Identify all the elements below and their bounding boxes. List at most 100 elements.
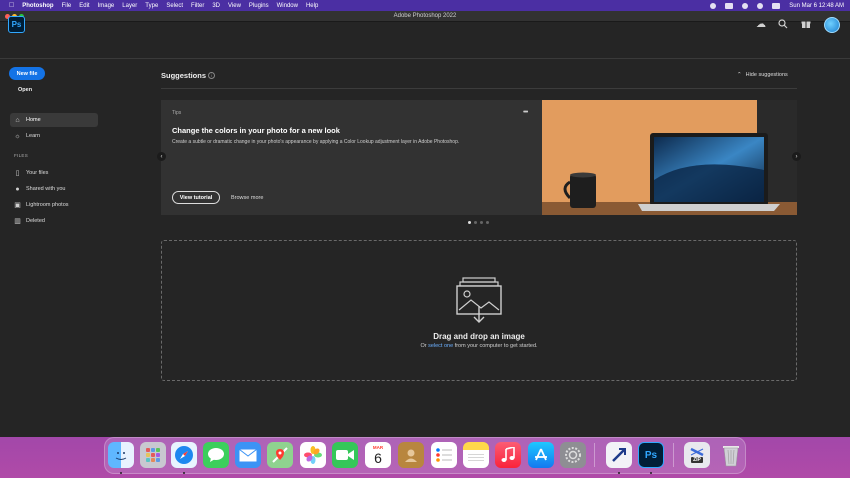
nav-your-files-label: Your files [26,170,49,176]
card-image [542,100,797,215]
drop-zone-suffix: from your computer to get started. [453,343,538,349]
safari-icon[interactable] [171,442,197,468]
card-description: Create a subtle or dramatic change in yo… [172,139,460,145]
open-button[interactable]: Open [18,87,32,93]
view-tutorial-button[interactable]: View tutorial [172,191,220,204]
reminders-icon[interactable] [431,442,457,468]
browse-more-link[interactable]: Browse more [231,195,263,201]
file-icon: ▯ [15,169,20,177]
image-upload-icon [455,276,503,329]
photos-icon[interactable] [300,442,326,468]
menu-plugins[interactable]: Plugins [249,3,269,9]
app-header [0,22,850,59]
drop-zone-title: Drag and drop an image [433,332,525,341]
nav-lightroom-photos[interactable]: ▣ Lightroom photos [10,198,98,212]
menu-view[interactable]: View [228,3,241,9]
calendar-icon[interactable]: MAR 6 [365,442,391,468]
card-title: Change the colors in your photo for a ne… [172,126,340,135]
photoshop-dock-icon[interactable]: Ps [638,442,664,468]
status-icon[interactable] [710,2,717,9]
menu-type[interactable]: Type [145,3,158,9]
carousel-dot[interactable] [486,221,489,224]
lightroom-icon: ▣ [14,201,21,209]
hide-suggestions-button[interactable]: ⌃ Hide suggestions [737,72,788,78]
menu-3d[interactable]: 3D [212,3,220,9]
hide-suggestions-label: Hide suggestions [745,72,788,78]
gift-icon[interactable] [800,18,812,30]
carousel-dot[interactable] [474,221,477,224]
menu-layer[interactable]: Layer [122,3,137,9]
app-store-icon[interactable] [528,442,554,468]
new-file-button[interactable]: New file [9,67,45,80]
control-center-icon[interactable] [772,2,781,9]
menu-file[interactable]: File [62,3,72,9]
menu-edit[interactable]: Edit [79,3,89,9]
menu-window[interactable]: Window [277,3,298,9]
status-area: Sun Mar 6 12:48 AM [710,0,844,11]
home-icon: ⌂ [15,116,20,124]
wifi-icon[interactable] [742,2,749,9]
nav-your-files[interactable]: ▯ Your files [10,166,98,180]
trash-icon: ▥ [14,217,21,225]
search-icon[interactable] [757,2,764,9]
contacts-icon[interactable] [398,442,424,468]
menu-select[interactable]: Select [166,3,183,9]
menu-filter[interactable]: Filter [191,3,204,9]
trash-icon[interactable] [718,442,744,468]
photoshop-logo[interactable]: Ps [8,16,25,33]
clock[interactable]: Sun Mar 6 12:48 AM [789,3,844,9]
mail-icon[interactable] [235,442,261,468]
title-bar: Adobe Photoshop 2022 [0,11,850,22]
launchpad-icon[interactable] [140,442,166,468]
zip-archive-icon[interactable]: ZIP [684,442,710,468]
suggestions-title: Suggestions [161,71,207,80]
people-icon: ● [15,185,20,193]
notes-icon[interactable] [463,442,489,468]
carousel-dot[interactable] [480,221,483,224]
window-title: Adobe Photoshop 2022 [393,13,457,19]
nav-shared-with-you[interactable]: ● Shared with you [10,182,98,196]
nav-home[interactable]: ⌂ Home [10,113,98,127]
menu-help[interactable]: Help [306,3,318,9]
divider [161,88,797,89]
nav-deleted[interactable]: ▥ Deleted [10,214,98,228]
dock-separator [673,443,674,467]
avatar[interactable] [824,17,840,33]
carousel-next-button[interactable]: › [792,152,801,161]
facetime-icon[interactable] [332,442,358,468]
files-section-label: FILES [14,153,29,158]
maps-icon[interactable] [267,442,293,468]
nav-deleted-label: Deleted [26,218,45,224]
carousel-dot[interactable] [468,221,471,224]
running-indicator [120,472,122,474]
music-icon[interactable] [495,442,521,468]
chevron-up-icon: ⌃ [737,72,742,78]
menu-bar:  Photoshop File Edit Image Layer Type S… [0,0,850,11]
messages-icon[interactable] [203,442,229,468]
zip-label: ZIP [691,457,703,463]
running-indicator [618,472,620,474]
dock-separator [594,443,595,467]
running-indicator [650,472,652,474]
cloud-icon[interactable]: ☁ [755,18,767,30]
apple-menu-icon[interactable]:  [9,2,14,9]
nav-lightroom-label: Lightroom photos [26,202,69,208]
menu-photoshop[interactable]: Photoshop [22,3,53,9]
system-preferences-icon[interactable] [560,442,586,468]
nav-learn-label: Learn [26,133,41,139]
info-icon[interactable]: i [208,72,215,79]
more-options-icon[interactable]: ••• [523,109,528,116]
transporter-icon[interactable] [606,442,632,468]
card-tag: Tips [172,110,182,116]
bulb-icon: ☼ [14,132,21,140]
carousel-prev-button[interactable]: ‹ [157,152,166,161]
battery-icon[interactable] [725,2,734,9]
menu-image[interactable]: Image [98,3,115,9]
calendar-day: 6 [374,449,382,466]
select-one-link[interactable]: select one [428,343,453,349]
nav-home-label: Home [26,117,41,123]
finder-icon[interactable] [108,442,134,468]
nav-learn[interactable]: ☼ Learn [10,129,98,143]
nav-shared-label: Shared with you [26,186,66,192]
search-icon[interactable] [777,18,789,30]
